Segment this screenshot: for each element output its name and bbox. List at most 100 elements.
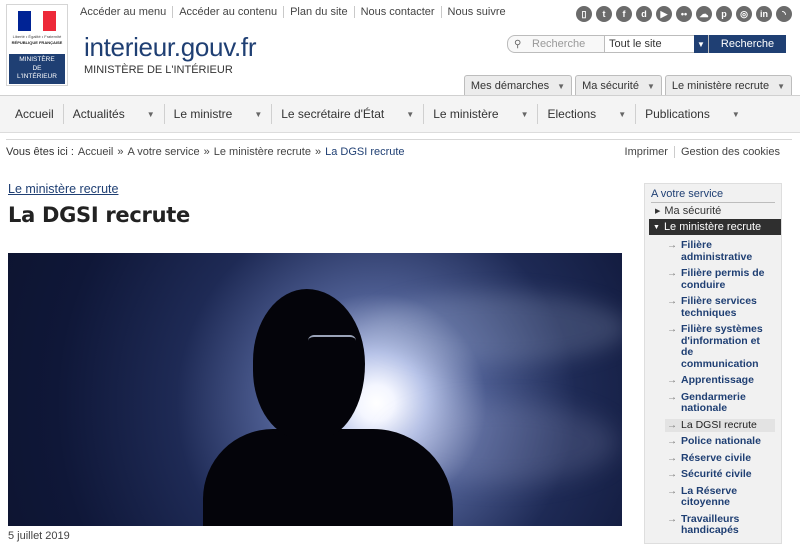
breadcrumb-votre-service[interactable]: A votre service (127, 146, 199, 158)
chevron-down-icon: ▼ (557, 81, 566, 91)
flickr-icon[interactable]: •• (676, 6, 692, 22)
chevron-down-icon: ▼ (254, 109, 263, 119)
sidebar-subitem[interactable]: → Filière services techniques (665, 295, 775, 320)
search-placeholder: Recherche (532, 38, 586, 50)
print-link[interactable]: Imprimer (619, 146, 675, 158)
main-nav: Accueil Actualités ▼ Le ministre ▼ Le secr… (0, 96, 800, 133)
logo-motto: Liberté • Égalité • Fraternité (12, 34, 62, 39)
social-icons: ▯ t f d ▶ •• ☁ p ◎ in ◝ (576, 6, 792, 22)
page-title: La DGSI recrute (8, 203, 190, 227)
nav-item-ministre[interactable]: Le ministre ▼ (165, 104, 273, 124)
sidebar-subitem[interactable]: → Réserve civile (665, 452, 775, 466)
facebook-icon[interactable]: f (616, 6, 632, 22)
dailymotion-icon[interactable]: d (636, 6, 652, 22)
sidebar-heading[interactable]: A votre service (651, 188, 775, 203)
twitter-icon[interactable]: t (596, 6, 612, 22)
logo-republic: RÉPUBLIQUE FRANÇAISE (11, 40, 63, 45)
search-button[interactable]: Recherche (709, 35, 786, 53)
mobile-icon[interactable]: ▯ (576, 6, 592, 22)
chevron-down-icon: ▼ (694, 35, 708, 53)
breadcrumb-separator: » (314, 146, 322, 158)
header-tabs: Mes démarches ▼ Ma sécurité ▼ Le ministère… (463, 75, 792, 96)
chevron-down-icon: ▼ (618, 109, 627, 119)
sitemap-link[interactable]: Plan du site (284, 6, 355, 18)
arrow-right-icon: → (667, 296, 677, 307)
page-utils: Imprimer Gestion des cookies (619, 146, 780, 158)
cookies-link[interactable]: Gestion des cookies (675, 146, 780, 158)
nav-item-publications[interactable]: Publications ▼ (636, 104, 749, 124)
arrow-right-icon: → (667, 513, 677, 525)
chevron-down-icon: ▼ (731, 109, 740, 119)
nav-item-secretaire[interactable]: Le secrétaire d'État ▼ (272, 104, 425, 124)
arrow-right-icon: → (667, 324, 677, 335)
ministry-logo[interactable]: Liberté • Égalité • Fraternité RÉPUBLIQU… (6, 4, 68, 86)
chevron-down-icon: ▼ (777, 81, 785, 91)
sidebar-subitem[interactable]: → Filière systèmes d'information et de co… (665, 323, 775, 371)
arrow-right-icon: → (667, 485, 677, 497)
search-input[interactable]: ⚲ Recherche (507, 35, 605, 53)
divider (6, 139, 792, 140)
arrow-right-icon: → (667, 375, 677, 386)
contact-link[interactable]: Nous contacter (355, 6, 442, 18)
search-bar: ⚲ Recherche Tout le site ▼ Recherche (507, 35, 786, 53)
follow-link[interactable]: Nous suivre (442, 6, 512, 18)
nav-item-actualites[interactable]: Actualités ▼ (64, 104, 165, 124)
sidebar-subitem[interactable]: → Sécurité civile (665, 468, 775, 482)
youtube-icon[interactable]: ▶ (656, 6, 672, 22)
soundcloud-icon[interactable]: ☁ (696, 6, 712, 22)
marianne-flag-icon (18, 11, 57, 31)
search-icon: ⚲ (514, 38, 522, 50)
site-title[interactable]: interieur.gouv.fr (84, 32, 256, 63)
breadcrumb-current[interactable]: La DGSI recrute (325, 146, 404, 158)
sidebar-sublist: → Filière administrative → Filière permis … (651, 239, 775, 538)
logo-ministry: MINISTÈRE DE L'INTÉRIEUR (9, 54, 65, 84)
sidebar-subitem[interactable]: → Police nationale (665, 435, 775, 449)
sidebar-item-ma-securite[interactable]: ▶ Ma sécurité (651, 203, 775, 217)
arrow-right-icon: → (667, 469, 677, 480)
triangle-down-icon: ▼ (653, 223, 660, 231)
nav-item-accueil[interactable]: Accueil (6, 104, 64, 124)
arrow-right-icon: → (667, 391, 677, 403)
skip-menu-link[interactable]: Accéder au menu (74, 6, 174, 18)
section-link[interactable]: Le ministère recrute (8, 182, 118, 196)
breadcrumb-recrute[interactable]: Le ministère recrute (214, 146, 311, 158)
sidebar-subitem[interactable]: → Gendarmerie nationale (665, 391, 775, 416)
arrow-right-icon: → (667, 419, 677, 431)
nav-item-ministere[interactable]: Le ministère ▼ (424, 104, 539, 124)
chevron-down-icon: ▼ (146, 109, 155, 119)
tab-ma-securite[interactable]: Ma sécurité ▼ (575, 75, 662, 96)
sidebar-subitem[interactable]: → Filière administrative (665, 239, 775, 264)
tab-ministere-recrute[interactable]: Le ministère recrute ▼ (664, 75, 792, 96)
arrow-right-icon: → (667, 452, 677, 464)
tab-mes-demarches[interactable]: Mes démarches ▼ (463, 75, 573, 96)
sidebar-subitem[interactable]: → Filière permis de conduire (665, 267, 775, 292)
pinterest-icon[interactable]: p (716, 6, 732, 22)
sidebar-subitem[interactable]: → Travailleurs handicapés (665, 513, 775, 538)
sidebar-item-ministere-recrute[interactable]: ▼ Le ministère recrute (649, 219, 781, 235)
hero-image (8, 253, 622, 526)
breadcrumb-accueil[interactable]: Accueil (78, 146, 113, 158)
breadcrumb-separator: » (203, 146, 210, 158)
instagram-icon[interactable]: ◎ (736, 6, 752, 22)
search-scope-select[interactable]: Tout le site ▼ (605, 35, 709, 53)
silhouette-head (253, 289, 365, 439)
nav-item-elections[interactable]: Elections ▼ (538, 104, 637, 124)
search-scope-value: Tout le site (609, 38, 662, 50)
breadcrumb: Vous êtes ici : Accueil » A votre servic… (6, 146, 405, 158)
skip-links: Accéder au menu Accéder au contenu Plan … (74, 6, 512, 18)
chevron-down-icon: ▼ (520, 109, 529, 119)
triangle-right-icon: ▶ (655, 208, 661, 215)
linkedin-icon[interactable]: in (756, 6, 772, 22)
sidebar-subitem[interactable]: → Apprentissage (665, 374, 775, 388)
arrow-right-icon: → (667, 240, 677, 251)
sidebar-subitem[interactable]: → La Réserve citoyenne (665, 485, 775, 510)
arrow-right-icon: → (667, 268, 677, 279)
chevron-down-icon: ▼ (646, 81, 655, 91)
arrow-right-icon: → (667, 436, 677, 447)
skip-content-link[interactable]: Accéder au contenu (173, 6, 285, 18)
publication-date: 5 juillet 2019 (8, 530, 70, 542)
breadcrumb-prefix: Vous êtes ici : (6, 146, 74, 158)
rss-icon[interactable]: ◝ (776, 6, 792, 22)
sidebar-subitem-active[interactable]: → La DGSI recrute (665, 418, 775, 432)
breadcrumb-separator: » (117, 146, 124, 158)
